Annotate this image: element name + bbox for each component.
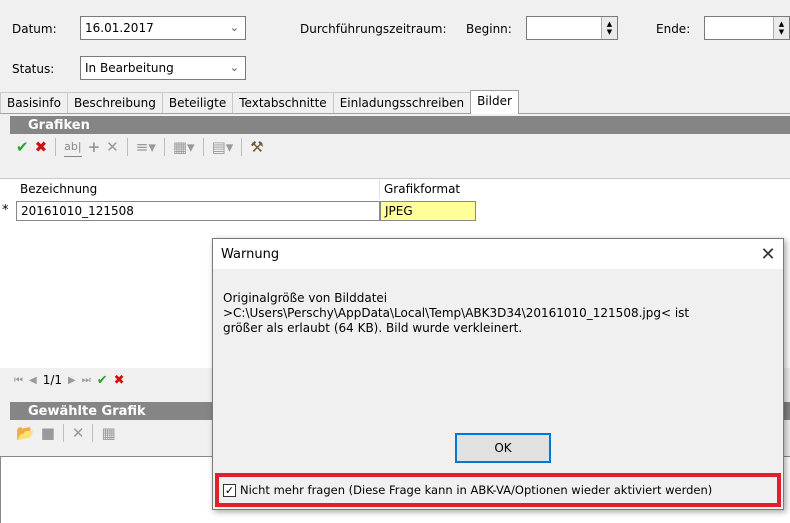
table-icon[interactable]: ▤▾ [212, 138, 234, 156]
toolbar-separator [62, 424, 64, 442]
next-record-icon[interactable]: ▶ [68, 375, 76, 386]
cell-grafikformat[interactable]: JPEG [380, 201, 476, 221]
ende-spinner[interactable]: ▲ ▼ [773, 17, 789, 39]
record-position: 1/1 [42, 373, 63, 387]
gewaehlte-title: Gewählte Grafik [28, 403, 146, 419]
close-icon[interactable]: ✕ [753, 244, 783, 265]
ok-button[interactable]: OK [455, 433, 551, 463]
toolbar-separator [241, 138, 243, 156]
dont-ask-again-checkbox[interactable]: ✓ [223, 483, 236, 497]
cancel-record-icon[interactable]: ✖ [114, 373, 125, 388]
toolbar-separator [55, 138, 57, 156]
grafiken-title: Grafiken [28, 117, 90, 133]
tab-basisinfo[interactable]: Basisinfo [0, 92, 68, 113]
spin-down-icon: ▼ [606, 28, 613, 36]
warning-dialog: Warnung ✕ Originalgröße von Bilddatei >C… [212, 238, 784, 510]
checkmark-icon: ✓ [224, 483, 235, 497]
open-folder-icon[interactable]: 📂 [16, 424, 35, 442]
spin-down-icon: ▼ [778, 28, 785, 36]
message-line-3: größer als erlaubt (64 KB). Bild wurde v… [223, 321, 523, 335]
message-line-2: >C:\Users\Perschy\AppData\Local\Temp\ABK… [223, 306, 690, 320]
spin-up-icon: ▲ [606, 20, 613, 28]
delete-image-icon[interactable]: ✕ [72, 424, 85, 442]
beginn-spinner[interactable]: ▲ ▼ [601, 17, 617, 39]
toolbar-separator [163, 138, 165, 156]
rename-icon[interactable]: ab| [64, 138, 82, 157]
last-record-icon[interactable]: ⏭ [82, 375, 91, 386]
first-record-icon[interactable]: ⏮ [14, 375, 23, 386]
sort-icon[interactable]: ≡▾ [136, 138, 156, 156]
beginn-label: Beginn: [466, 22, 512, 36]
status-combobox[interactable]: In Bearbeitung ⌄ [80, 56, 246, 80]
zeitraum-label: Durchführungszeitraum: [300, 22, 447, 36]
chevron-down-icon: ⌄ [229, 21, 239, 34]
toolbar-separator [202, 138, 204, 156]
spin-up-icon: ▲ [778, 20, 785, 28]
status-label: Status: [12, 62, 55, 76]
tools-icon[interactable]: ▦▾ [173, 138, 195, 156]
toolbar-separator [92, 424, 94, 442]
cancel-icon[interactable]: ✖ [35, 138, 48, 156]
cell-bezeichnung[interactable]: 20161010_121508 [16, 201, 380, 221]
datum-combobox[interactable]: 16.01.2017 ⌄ [80, 16, 246, 40]
confirm-record-icon[interactable]: ✔ [97, 373, 108, 388]
ende-input[interactable]: ▲ ▼ [704, 16, 790, 40]
tab-beteiligte[interactable]: Beteiligte [161, 92, 234, 113]
toolbar-separator [126, 138, 128, 156]
column-header-grafikformat[interactable]: Grafikformat [380, 179, 500, 199]
prev-record-icon[interactable]: ◀ [29, 375, 37, 386]
grafiken-toolbar: ✔ ✖ ab| + ✕ ≡▾ ▦▾ ▤▾ ⚒ [10, 134, 790, 160]
message-line-1: Originalgröße von Bilddatei [223, 291, 388, 305]
beginn-input[interactable]: ▲ ▼ [526, 16, 618, 40]
record-navigator: ⏮ ◀ 1/1 ▶ ⏭ ✔ ✖ [14, 370, 125, 390]
preview-icon[interactable]: ▦ [101, 424, 115, 442]
ende-label: Ende: [656, 22, 691, 36]
dialog-title: Warnung [221, 246, 280, 262]
wizard-icon[interactable]: ⚒ [250, 138, 263, 156]
tab-einladungsschreiben[interactable]: Einladungsschreiben [332, 92, 472, 113]
chevron-down-icon: ⌄ [229, 61, 239, 74]
status-value: In Bearbeitung [85, 61, 174, 75]
dont-ask-again-label: Nicht mehr fragen (Diese Frage kann in A… [240, 483, 713, 497]
datum-label: Datum: [12, 22, 57, 36]
dialog-message: Originalgröße von Bilddatei >C:\Users\Pe… [223, 291, 689, 336]
confirm-icon[interactable]: ✔ [16, 138, 29, 156]
tab-beschreibung[interactable]: Beschreibung [66, 92, 163, 113]
stop-icon[interactable]: ■ [41, 424, 55, 442]
datum-value: 16.01.2017 [85, 21, 154, 35]
tab-textabschnitte[interactable]: Textabschnitte [232, 92, 334, 113]
delete-icon[interactable]: ✕ [106, 138, 119, 156]
tab-bar: Basisinfo Beschreibung Beteiligte Textab… [0, 90, 790, 114]
tab-bilder[interactable]: Bilder [470, 90, 519, 114]
dont-ask-again-row[interactable]: ✓ Nicht mehr fragen (Diese Frage kann in… [215, 473, 781, 507]
dialog-titlebar: Warnung ✕ [213, 239, 783, 269]
grafiken-header: Grafiken [10, 116, 790, 134]
row-marker: * [2, 203, 9, 218]
add-icon[interactable]: + [88, 138, 101, 156]
column-header-bezeichnung[interactable]: Bezeichnung [16, 179, 380, 199]
